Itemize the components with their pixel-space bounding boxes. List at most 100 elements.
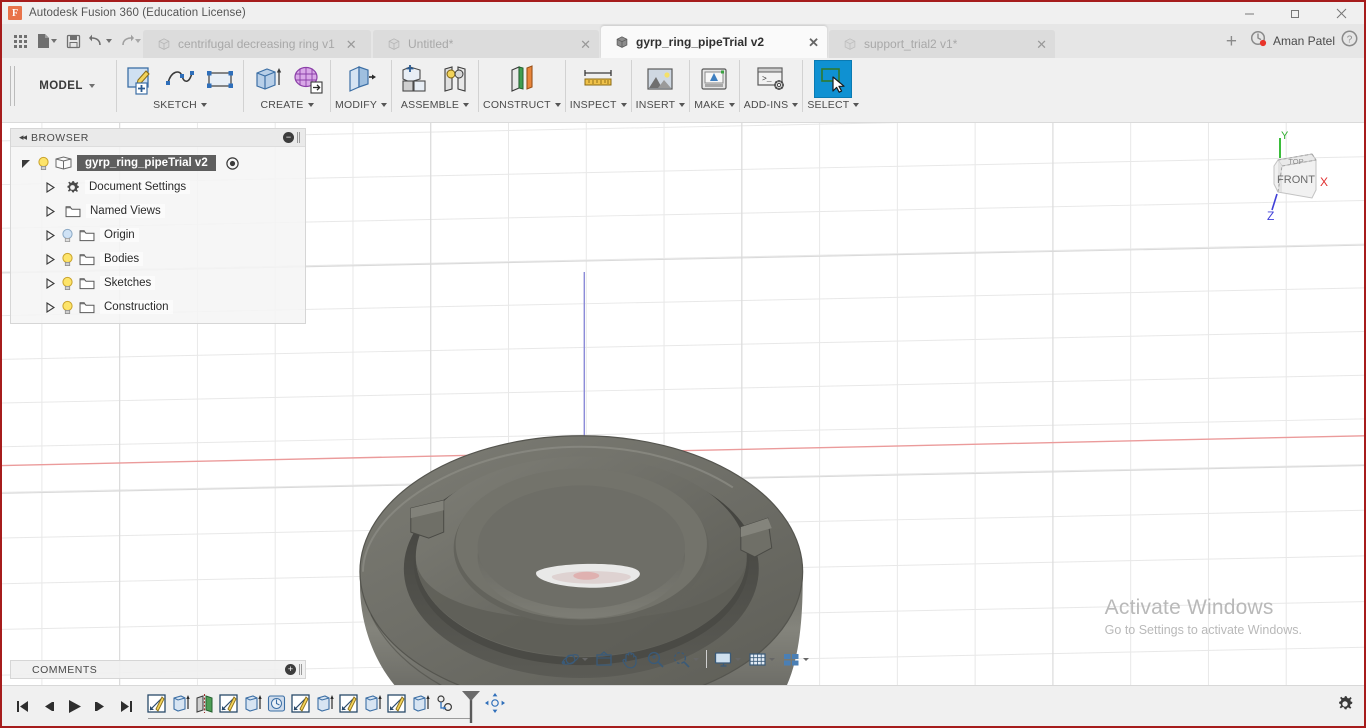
scripts-addins-icon[interactable]: >_ [752,60,790,98]
chevron-down-icon[interactable] [582,657,588,661]
undo-icon[interactable] [87,28,114,54]
tab-gyrp-ring-pipetrial[interactable]: gyrp_ring_pipeTrial v2 ✕ [601,26,827,58]
tab-centrifugal-decreasing-ring[interactable]: centrifugal decreasing ring v1 ✕ [143,30,371,58]
timeline-item-extrude[interactable] [168,691,192,721]
tree-node-bodies[interactable]: Bodies [11,247,305,271]
collapse-triangle-icon[interactable] [45,205,56,217]
measure-icon[interactable] [579,60,617,98]
zoom-window-icon[interactable] [669,647,702,671]
save-icon[interactable] [61,28,85,54]
ribbon-group-label[interactable]: MAKE [694,99,735,111]
viewcube-home-icon[interactable] [592,647,616,671]
timeline-marker[interactable] [458,689,484,723]
orbit-icon[interactable] [558,647,591,671]
minimize-icon[interactable] [1226,2,1272,24]
comments-panel[interactable]: COMMENTS + [10,660,306,679]
visibility-bulb-icon[interactable] [61,276,74,291]
collapse-triangle-icon[interactable] [45,277,56,289]
user-name-label[interactable]: Aman Patel [1273,34,1335,48]
visibility-bulb-icon[interactable] [61,252,74,267]
tree-node-sketches[interactable]: Sketches [11,271,305,295]
timeline-drag-handle-icon[interactable] [484,691,506,721]
ribbon-group-label[interactable]: INSERT [636,99,686,111]
file-caret-icon[interactable] [51,39,57,43]
extrude-icon[interactable] [248,60,286,98]
chevron-down-icon[interactable] [769,657,775,661]
timeline-item-sketch[interactable] [384,691,408,721]
tab-close-icon[interactable]: ✕ [576,38,591,51]
add-comment-icon[interactable]: + [285,664,296,675]
timeline-item-sketch[interactable] [336,691,360,721]
timeline-item-sketch[interactable] [216,691,240,721]
ribbon-group-label[interactable]: INSPECT [570,99,627,111]
tab-support-trial2[interactable]: support_trial2 v1* ✕ [829,30,1055,58]
grid-apps-icon[interactable] [8,28,32,54]
play-icon[interactable] [62,692,86,720]
help-icon[interactable]: ? [1341,30,1358,52]
offset-plane-icon[interactable] [503,60,541,98]
create-sketch-icon[interactable] [121,60,159,98]
jump-to-end-icon[interactable] [114,692,138,720]
step-back-icon[interactable] [36,692,60,720]
ribbon-group-label[interactable]: SKETCH [153,99,207,111]
timeline-item-joint-origin[interactable] [432,691,456,721]
chevron-down-icon[interactable] [735,657,741,661]
minimize-panel-icon[interactable]: − [283,132,294,143]
timeline-item-extrude[interactable] [408,691,432,721]
spline-icon[interactable] [161,60,199,98]
workspace-selector[interactable]: MODEL [19,58,115,113]
chevron-down-icon[interactable] [693,657,699,661]
form-icon[interactable] [288,60,326,98]
tab-untitled[interactable]: Untitled* ✕ [373,30,599,58]
chevron-down-icon[interactable] [803,657,809,661]
tree-node-document-settings[interactable]: Document Settings [11,175,305,199]
new-component-icon[interactable] [396,60,434,98]
file-icon[interactable] [34,28,59,54]
tree-node-named-views[interactable]: Named Views [11,199,305,223]
visibility-bulb-icon[interactable] [37,156,50,171]
display-settings-icon[interactable] [711,647,744,671]
insert-image-icon[interactable] [641,60,679,98]
job-status-icon[interactable] [1250,30,1267,52]
zoom-icon[interactable] [643,647,668,671]
step-forward-icon[interactable] [88,692,112,720]
timeline-item-sketch[interactable] [144,691,168,721]
timeline-item-revolve[interactable] [264,691,288,721]
jump-to-beginning-icon[interactable] [10,692,34,720]
collapse-triangle-icon[interactable] [45,181,56,193]
timeline-item-extrude[interactable] [312,691,336,721]
ribbon-group-label[interactable]: ADD-INS [744,99,799,111]
timeline-item-extrude[interactable] [240,691,264,721]
collapse-triangle-icon[interactable] [45,253,56,265]
joint-icon[interactable] [436,60,474,98]
ribbon-group-label[interactable]: SELECT [807,99,860,111]
expand-triangle-icon[interactable] [21,158,32,169]
redo-icon[interactable] [116,28,143,54]
ribbon-grip[interactable] [10,66,15,106]
tree-node-construction[interactable]: Construction [11,295,305,319]
collapse-triangle-icon[interactable] [45,301,56,313]
visibility-bulb-icon[interactable] [61,228,74,243]
tab-close-icon[interactable]: ✕ [342,38,357,51]
collapse-triangle-icon[interactable] [45,229,56,241]
undo-caret-icon[interactable] [106,39,112,43]
ribbon-group-label[interactable]: CREATE [260,99,314,111]
viewports-icon[interactable] [779,647,812,671]
timeline-item-extrude[interactable] [360,691,384,721]
ribbon-group-label[interactable]: MODIFY [335,99,388,111]
visibility-bulb-icon[interactable] [61,300,74,315]
new-tab-icon[interactable]: + [1219,32,1244,51]
activate-component-icon[interactable] [226,156,239,170]
rectangle-icon[interactable] [201,60,239,98]
grid-snaps-icon[interactable] [745,647,778,671]
timeline-item-mirror[interactable] [192,691,216,721]
view-cube[interactable]: TOP FRONT Y X Z [1250,128,1340,228]
settings-gear-icon[interactable] [1336,695,1354,718]
tree-node-origin[interactable]: Origin [11,223,305,247]
redo-caret-icon[interactable] [135,39,141,43]
press-pull-icon[interactable] [342,60,380,98]
pan-icon[interactable] [617,647,642,671]
close-icon[interactable] [1318,2,1364,24]
timeline-item-sketch[interactable] [288,691,312,721]
tab-close-icon[interactable]: ✕ [1032,38,1047,51]
